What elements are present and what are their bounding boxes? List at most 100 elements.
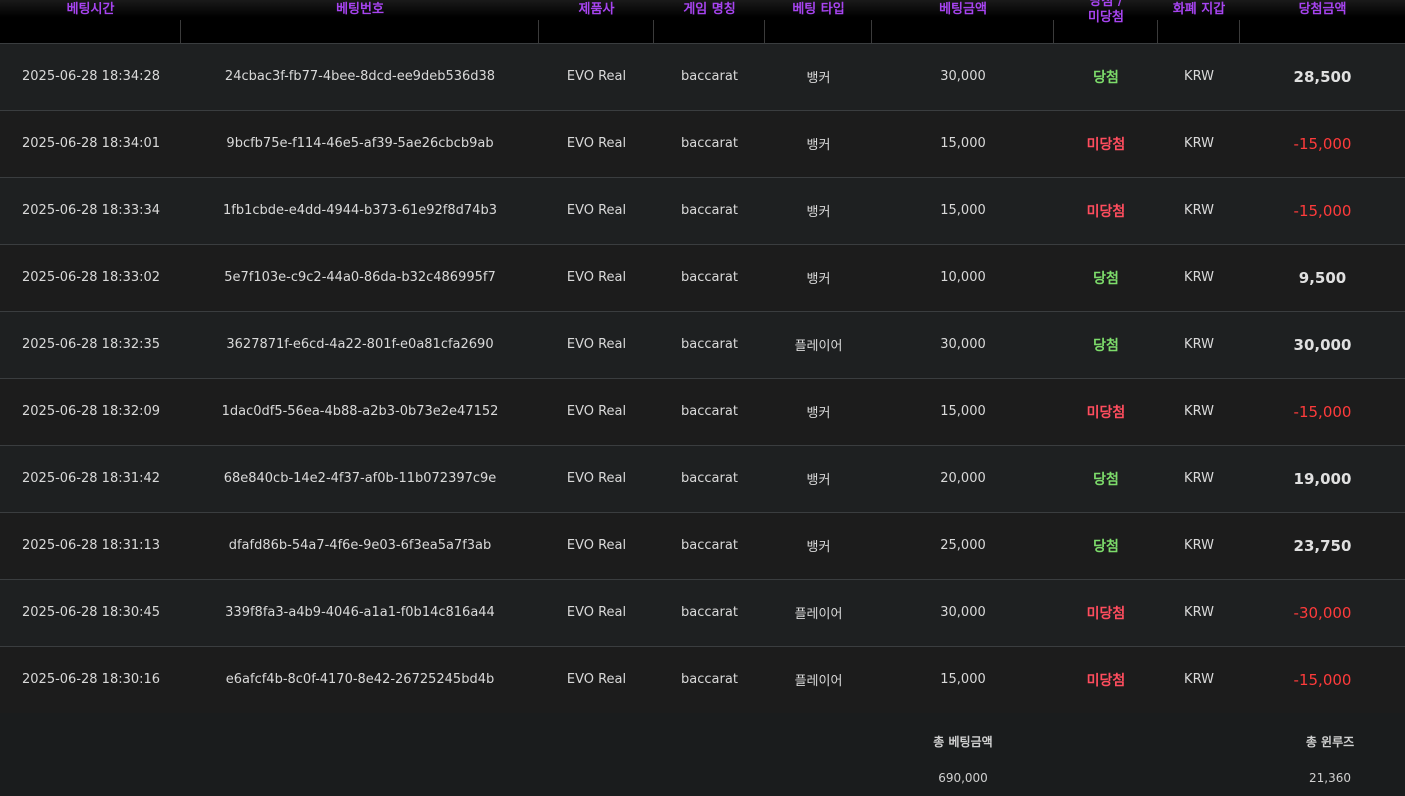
header-bet-type[interactable]: 베팅 타입 [765,0,872,44]
payout-cell: 28,500 [1240,43,1405,111]
total-winloss-label: 총 윈루즈 [1305,735,1355,749]
game-name-cell: baccarat [654,579,765,647]
result-cell: 미당첨 [1054,378,1158,446]
wallet-cell: KRW [1158,244,1240,312]
header-result[interactable]: 당첨 / 미당첨 [1054,0,1158,44]
game-name-cell: baccarat [654,110,765,178]
payout-cell: -30,000 [1240,579,1405,647]
vendor-cell: EVO Real [539,378,654,446]
total-winloss-value: 21,360 [1309,771,1351,785]
table-header-row: 베팅시간 베팅번호 제품사 게임 명칭 베팅 타입 베팅금액 당첨 / 미당첨 화… [0,0,1405,44]
wallet-cell: KRW [1158,378,1240,446]
table-row[interactable]: 2025-06-28 18:33:34 1fb1cbde-e4dd-4944-b3… [0,177,1405,245]
bet-id-cell: e6afcf4b-8c0f-4170-8e42-26725245bd4b [181,646,539,714]
summary-footer: 총 베팅금액 690,000 총 윈루즈 21,360 [0,713,1405,796]
vendor-cell: EVO Real [539,311,654,379]
result-cell: 미당첨 [1054,646,1158,714]
bet-time-cell: 2025-06-28 18:30:45 [0,579,181,647]
table-row[interactable]: 2025-06-28 18:34:01 9bcfb75e-f114-46e5-af… [0,110,1405,178]
bet-id-cell: 24cbac3f-fb77-4bee-8dcd-ee9deb536d38 [181,43,539,111]
header-bet-amount[interactable]: 베팅금액 [872,0,1054,44]
game-name-cell: baccarat [654,311,765,379]
bet-time-cell: 2025-06-28 18:33:34 [0,177,181,245]
payout-cell: 9,500 [1240,244,1405,312]
header-bet-id[interactable]: 베팅번호 [181,0,539,44]
game-name-cell: baccarat [654,646,765,714]
wallet-cell: KRW [1158,110,1240,178]
bet-amount-cell: 15,000 [872,646,1054,714]
bet-id-cell: 1fb1cbde-e4dd-4944-b373-61e92f8d74b3 [181,177,539,245]
bet-time-cell: 2025-06-28 18:30:16 [0,646,181,714]
wallet-cell: KRW [1158,43,1240,111]
total-bet-value: 690,000 [938,771,988,785]
bet-type-cell: 뱅커 [765,445,872,513]
header-vendor[interactable]: 제품사 [539,0,654,44]
game-name-cell: baccarat [654,445,765,513]
bet-id-cell: 1dac0df5-56ea-4b88-a2b3-0b73e2e47152 [181,378,539,446]
wallet-cell: KRW [1158,646,1240,714]
payout-cell: -15,000 [1240,110,1405,178]
table-row[interactable]: 2025-06-28 18:31:13 dfafd86b-54a7-4f6e-9e… [0,512,1405,580]
bet-type-cell: 뱅커 [765,110,872,178]
game-name-cell: baccarat [654,43,765,111]
bet-type-cell: 플레이어 [765,579,872,647]
bet-time-cell: 2025-06-28 18:31:42 [0,445,181,513]
table-row[interactable]: 2025-06-28 18:30:16 e6afcf4b-8c0f-4170-8e… [0,646,1405,714]
bet-type-cell: 뱅커 [765,43,872,111]
bet-history-panel: 베팅시간 베팅번호 제품사 게임 명칭 베팅 타입 베팅금액 당첨 / 미당첨 화… [0,0,1405,796]
header-wallet[interactable]: 화폐 지갑 [1158,0,1240,44]
table-row[interactable]: 2025-06-28 18:30:45 339f8fa3-a4b9-4046-a1… [0,579,1405,647]
result-cell: 당첨 [1054,445,1158,513]
bet-id-cell: 68e840cb-14e2-4f37-af0b-11b072397c9e [181,445,539,513]
bet-type-cell: 뱅커 [765,177,872,245]
bet-type-cell: 플레이어 [765,646,872,714]
wallet-cell: KRW [1158,311,1240,379]
game-name-cell: baccarat [654,244,765,312]
payout-cell: 23,750 [1240,512,1405,580]
vendor-cell: EVO Real [539,43,654,111]
result-cell: 당첨 [1054,43,1158,111]
table-row[interactable]: 2025-06-28 18:32:35 3627871f-e6cd-4a22-80… [0,311,1405,379]
bet-type-cell: 뱅커 [765,244,872,312]
wallet-cell: KRW [1158,445,1240,513]
bet-id-cell: 9bcfb75e-f114-46e5-af39-5ae26cbcb9ab [181,110,539,178]
wallet-cell: KRW [1158,512,1240,580]
game-name-cell: baccarat [654,378,765,446]
result-cell: 당첨 [1054,244,1158,312]
bet-time-cell: 2025-06-28 18:33:02 [0,244,181,312]
table-row[interactable]: 2025-06-28 18:34:28 24cbac3f-fb77-4bee-8d… [0,43,1405,111]
bet-type-cell: 뱅커 [765,512,872,580]
vendor-cell: EVO Real [539,579,654,647]
result-cell: 미당첨 [1054,177,1158,245]
bet-amount-cell: 10,000 [872,244,1054,312]
header-game-name[interactable]: 게임 명칭 [654,0,765,44]
bet-amount-cell: 20,000 [872,445,1054,513]
vendor-cell: EVO Real [539,512,654,580]
bet-time-cell: 2025-06-28 18:32:09 [0,378,181,446]
game-name-cell: baccarat [654,512,765,580]
wallet-cell: KRW [1158,177,1240,245]
payout-cell: 19,000 [1240,445,1405,513]
bet-time-cell: 2025-06-28 18:34:28 [0,43,181,111]
vendor-cell: EVO Real [539,244,654,312]
result-cell: 당첨 [1054,311,1158,379]
payout-cell: -15,000 [1240,646,1405,714]
header-payout[interactable]: 당첨금액 [1240,0,1405,44]
result-cell: 당첨 [1054,512,1158,580]
bet-id-cell: 339f8fa3-a4b9-4046-a1a1-f0b14c816a44 [181,579,539,647]
vendor-cell: EVO Real [539,445,654,513]
header-bet-time[interactable]: 베팅시간 [0,0,181,44]
table-row[interactable]: 2025-06-28 18:31:42 68e840cb-14e2-4f37-af… [0,445,1405,513]
bet-time-cell: 2025-06-28 18:31:13 [0,512,181,580]
result-cell: 미당첨 [1054,110,1158,178]
bet-time-cell: 2025-06-28 18:32:35 [0,311,181,379]
payout-cell: -15,000 [1240,177,1405,245]
bet-amount-cell: 30,000 [872,43,1054,111]
table-row[interactable]: 2025-06-28 18:32:09 1dac0df5-56ea-4b88-a2… [0,378,1405,446]
bet-time-cell: 2025-06-28 18:34:01 [0,110,181,178]
vendor-cell: EVO Real [539,110,654,178]
bet-amount-cell: 15,000 [872,378,1054,446]
table-row[interactable]: 2025-06-28 18:33:02 5e7f103e-c9c2-44a0-86… [0,244,1405,312]
game-name-cell: baccarat [654,177,765,245]
total-bet-label: 총 베팅금액 [933,735,993,749]
